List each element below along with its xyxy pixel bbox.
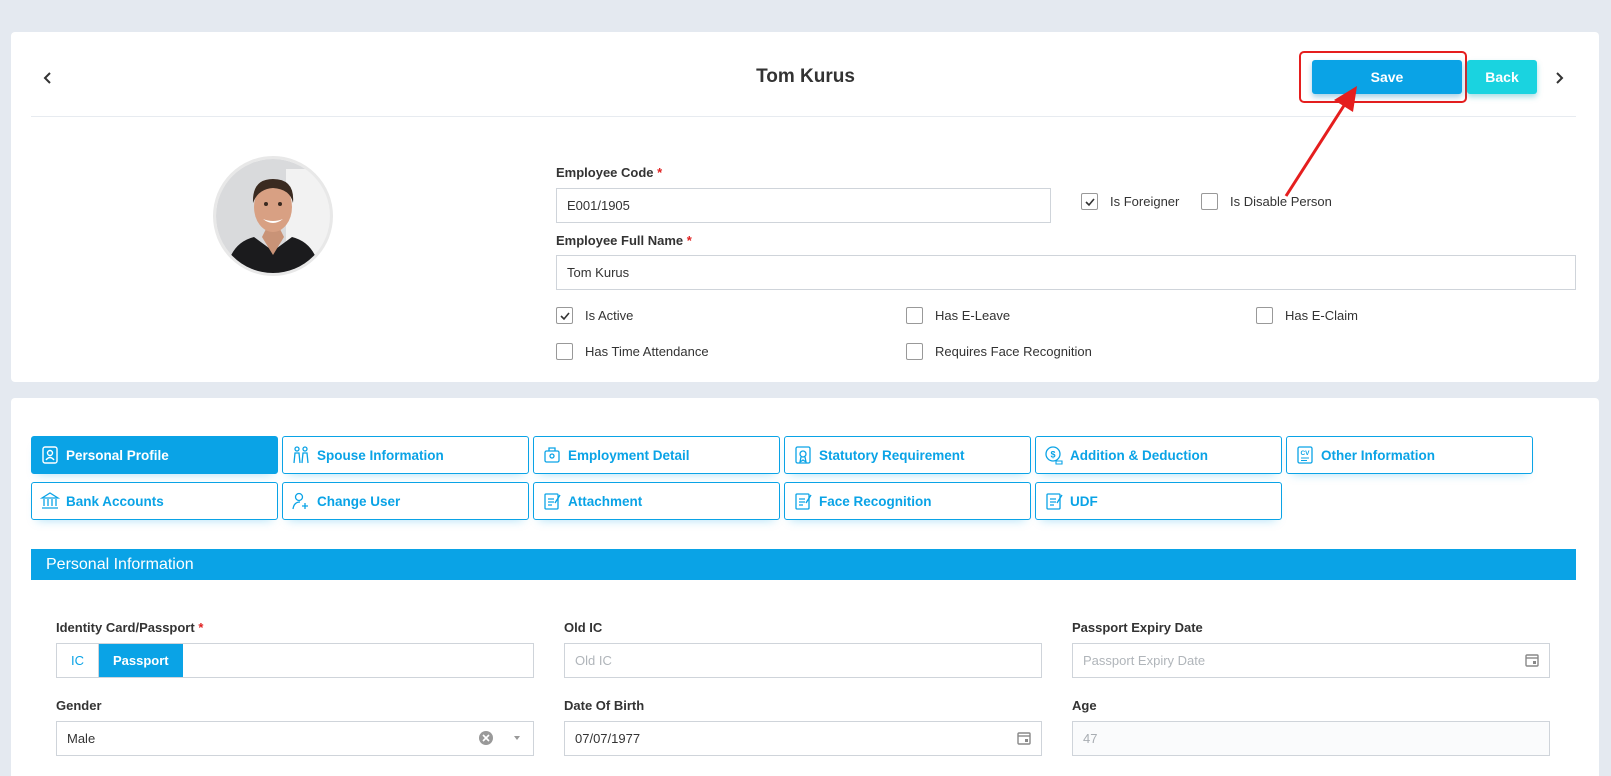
tab-label: Face Recognition	[819, 493, 932, 509]
checkbox-label: Has Time Attendance	[585, 344, 709, 359]
checkbox-label: Has E-Claim	[1285, 308, 1358, 323]
document-edit-icon	[795, 493, 812, 510]
couple-icon	[293, 446, 309, 464]
required-mark: *	[686, 233, 692, 248]
checkbox-box[interactable]	[556, 307, 573, 324]
age-label: Age	[1072, 698, 1097, 713]
tab-label: Change User	[317, 493, 401, 509]
cv-icon: CV	[1297, 446, 1313, 464]
required-mark: *	[198, 620, 204, 635]
document-edit-icon	[1046, 493, 1063, 510]
employee-code-label: Employee Code *	[556, 165, 662, 180]
save-button[interactable]: Save	[1312, 60, 1462, 94]
identity-type-toggle: IC Passport	[56, 643, 534, 678]
chevron-down-icon[interactable]	[512, 733, 522, 743]
checkmark-icon	[1084, 197, 1095, 206]
next-record-button[interactable]	[1549, 66, 1569, 90]
checkbox-box[interactable]	[1201, 193, 1218, 210]
tab-label: Other Information	[1321, 447, 1435, 463]
tab-change-user[interactable]: Change User	[282, 482, 529, 520]
tab-label: Statutory Requirement	[819, 447, 965, 463]
calendar-icon[interactable]	[1524, 652, 1540, 668]
back-button[interactable]: Back	[1467, 60, 1537, 94]
passport-expiry-date-label: Passport Expiry Date	[1072, 620, 1203, 635]
svg-text:CV: CV	[1300, 450, 1310, 457]
clear-icon[interactable]	[478, 730, 494, 746]
date-of-birth-input[interactable]: 07/07/1977	[564, 721, 1042, 756]
svg-text:$: $	[1050, 450, 1055, 460]
checkbox-box[interactable]	[1081, 193, 1098, 210]
tab-label: Attachment	[568, 493, 643, 509]
tab-label: UDF	[1070, 493, 1098, 509]
section-header: Personal Information	[31, 549, 1576, 580]
employee-full-name-label-text: Employee Full Name	[556, 233, 684, 248]
tab-attachment[interactable]: Attachment	[533, 482, 780, 520]
gender-label: Gender	[56, 698, 102, 713]
tab-statutory-requirement[interactable]: Statutory Requirement	[784, 436, 1031, 474]
tab-label: Addition & Deduction	[1070, 447, 1208, 463]
is-foreigner-checkbox[interactable]: Is Foreigner	[1081, 193, 1179, 210]
has-e-leave-checkbox[interactable]: Has E-Leave	[906, 307, 1010, 324]
gender-select[interactable]: Male	[56, 721, 534, 756]
document-edit-icon	[544, 493, 561, 510]
checkbox-label: Is Active	[585, 308, 634, 323]
tab-bank-accounts[interactable]: Bank Accounts	[31, 482, 278, 520]
tab-spouse-information[interactable]: Spouse Information	[282, 436, 529, 474]
checkbox-label: Is Disable Person	[1230, 194, 1332, 209]
passport-expiry-placeholder: Passport Expiry Date	[1083, 653, 1206, 668]
checkbox-label: Has E-Leave	[935, 308, 1011, 323]
has-time-attendance-checkbox[interactable]: Has Time Attendance	[556, 343, 709, 360]
is-disable-person-checkbox[interactable]: Is Disable Person	[1201, 193, 1332, 210]
has-e-claim-checkbox[interactable]: Has E-Claim	[1256, 307, 1358, 324]
tab-udf[interactable]: UDF	[1035, 482, 1282, 520]
age-field: 47	[1072, 721, 1550, 756]
identity-card-passport-label-text: Identity Card/Passport	[56, 620, 195, 635]
tab-face-recognition[interactable]: Face Recognition	[784, 482, 1031, 520]
employee-code-label-text: Employee Code	[556, 165, 654, 180]
certificate-icon	[795, 446, 811, 464]
ic-option[interactable]: IC	[57, 644, 99, 677]
tab-label: Spouse Information	[317, 447, 444, 463]
tab-other-information[interactable]: CV Other Information	[1286, 436, 1533, 474]
briefcase-icon	[544, 447, 560, 463]
passport-expiry-date-input[interactable]: Passport Expiry Date	[1072, 643, 1550, 678]
checkbox-label: Is Foreigner	[1110, 194, 1180, 209]
employee-code-field[interactable]: E001/1905	[556, 188, 1051, 223]
is-active-checkbox[interactable]: Is Active	[556, 307, 633, 324]
profile-icon	[42, 446, 58, 464]
tab-addition-deduction[interactable]: $ Addition & Deduction	[1035, 436, 1282, 474]
employee-full-name-label: Employee Full Name *	[556, 233, 692, 248]
checkmark-icon	[559, 311, 570, 320]
bank-icon	[40, 492, 60, 509]
tab-label: Personal Profile	[66, 447, 169, 463]
profile-photo	[216, 159, 330, 273]
date-of-birth-label: Date Of Birth	[564, 698, 645, 713]
employee-full-name-field[interactable]: Tom Kurus	[556, 255, 1576, 290]
requires-face-recognition-checkbox[interactable]: Requires Face Recognition	[906, 343, 1092, 360]
checkbox-box[interactable]	[906, 307, 923, 324]
tab-label: Employment Detail	[568, 447, 690, 463]
old-ic-label: Old IC	[564, 620, 603, 635]
checkbox-box[interactable]	[556, 343, 573, 360]
calendar-icon[interactable]	[1016, 730, 1032, 746]
header-divider	[31, 116, 1576, 117]
tab-employment-detail[interactable]: Employment Detail	[533, 436, 780, 474]
tab-label: Bank Accounts	[66, 493, 164, 509]
checkbox-label: Requires Face Recognition	[935, 344, 1092, 359]
avatar	[213, 156, 333, 276]
old-ic-input[interactable]: Old IC	[564, 643, 1042, 678]
checkbox-box[interactable]	[1256, 307, 1273, 324]
tab-personal-profile[interactable]: Personal Profile	[31, 436, 278, 474]
required-mark: *	[657, 165, 663, 180]
passport-option[interactable]: Passport	[99, 644, 183, 677]
identity-card-passport-label: Identity Card/Passport *	[56, 620, 203, 635]
checkbox-box[interactable]	[906, 343, 923, 360]
user-add-icon	[292, 492, 308, 510]
chevron-right-icon	[1556, 72, 1564, 84]
money-icon: $	[1045, 446, 1063, 465]
